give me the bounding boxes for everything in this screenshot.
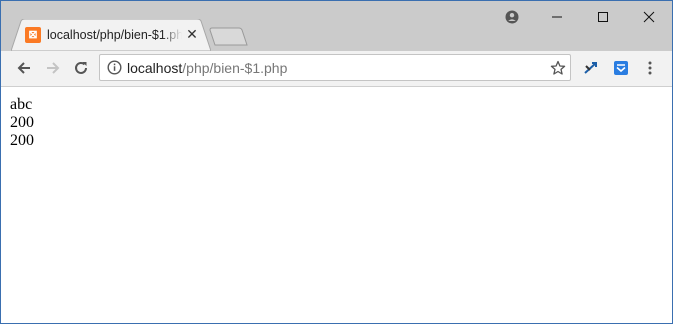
reload-button[interactable] [68,55,94,81]
url-host: localhost [127,60,183,76]
minimize-button[interactable] [534,1,580,33]
tab-close-icon[interactable]: ✕ [185,25,199,43]
info-icon[interactable] [107,60,122,75]
new-tab-button[interactable] [209,27,249,47]
output-line: 200 [10,114,34,131]
extension-button-1[interactable] [578,55,604,81]
url-text[interactable]: localhost/php/bien-$1.php [127,60,287,76]
title-bar: ⊠ localhost/php/bien-$1.php ✕ [1,1,672,51]
output-line: 200 [10,132,34,149]
output-line: abc [10,96,33,113]
profile-icon[interactable] [489,1,535,33]
browser-window: ⊠ localhost/php/bien-$1.php ✕ localhost/… [0,0,673,324]
xampp-icon: ⊠ [25,27,41,43]
toolbar: localhost/php/bien-$1.php [1,51,672,87]
extension-button-2[interactable] [608,55,634,81]
address-bar[interactable]: localhost/php/bien-$1.php [99,54,571,81]
star-icon[interactable] [550,60,566,76]
tab-title: localhost/php/bien-$1.php [47,28,182,42]
url-path: /php/bien-$1.php [182,60,288,76]
back-arrow-icon [17,62,30,74]
extension-arrows-icon [584,62,597,74]
back-button[interactable] [11,55,37,81]
save-to-pocket-icon [614,61,628,75]
forward-button[interactable] [40,55,66,81]
forward-arrow-icon [47,62,60,74]
menu-button[interactable] [637,55,663,81]
maximize-button[interactable] [580,1,626,33]
close-window-button[interactable] [626,1,672,33]
reload-icon [75,61,87,74]
page-content: abc 200 200 [1,87,672,323]
active-tab[interactable]: ⊠ localhost/php/bien-$1.php ✕ [11,19,211,51]
more-vert-icon [648,61,652,75]
